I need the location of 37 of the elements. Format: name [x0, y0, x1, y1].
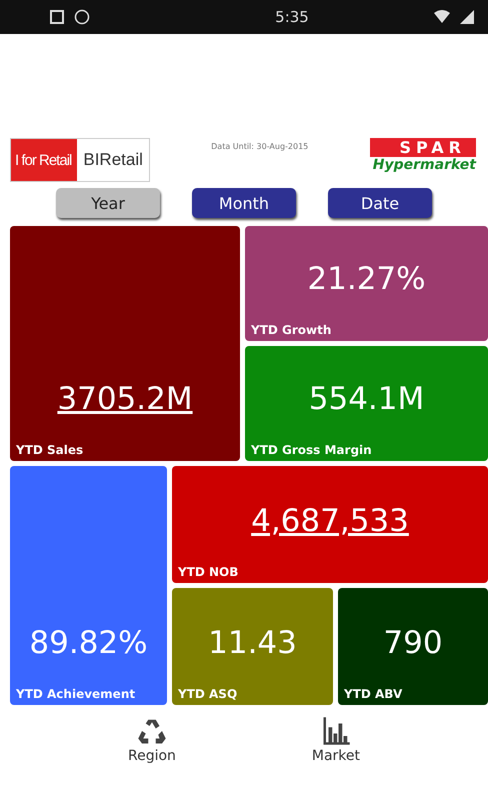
kpi-value: 790 — [383, 625, 443, 661]
kpi-label: YTD Gross Margin — [251, 443, 373, 457]
logo-tagline: I for Retail — [11, 139, 78, 181]
square-icon — [50, 10, 64, 24]
kpi-value: 554.1M — [308, 381, 424, 417]
bar-chart-icon — [320, 716, 351, 746]
status-time: 5:35 — [274, 8, 309, 26]
circle-icon — [74, 9, 90, 25]
kpi-tile[interactable]: 21.27% YTD Growth — [245, 226, 488, 341]
wifi-icon — [434, 10, 450, 24]
kpi-tile[interactable]: 3705.2M YTD Sales — [10, 226, 240, 461]
period-tab[interactable]: Month — [192, 188, 296, 218]
kpi-label: YTD Sales — [16, 443, 84, 457]
nav-button[interactable]: Market — [306, 715, 366, 765]
signal-icon — [460, 10, 474, 24]
kpi-label: YTD Achievement — [16, 687, 136, 701]
data-until-text: Data Until: 30-Aug-2015 — [211, 141, 308, 151]
kpi-label: YTD NOB — [178, 565, 240, 579]
kpi-tile[interactable]: 4,687,533 YTD NOB — [172, 466, 488, 583]
kpi-value: 11.43 — [208, 625, 297, 661]
kpi-label: YTD ASQ — [178, 687, 238, 701]
kpi-tile[interactable]: 554.1M YTD Gross Margin — [245, 346, 488, 461]
kpi-value[interactable]: 3705.2M — [57, 381, 193, 417]
kpi-tile[interactable]: 11.43 YTD ASQ — [172, 588, 333, 705]
kpi-tile[interactable]: 790 YTD ABV — [338, 588, 488, 705]
kpi-label: YTD Growth — [251, 323, 332, 337]
period-tab[interactable]: Date — [328, 188, 432, 218]
kpi-value[interactable]: 4,687,533 — [251, 503, 409, 539]
logo-name: BIRetail — [82, 149, 144, 171]
kpi-value: 89.82% — [29, 625, 148, 661]
kpi-label: YTD ABV — [344, 687, 404, 701]
logo-subtitle: Hypermarket — [372, 157, 476, 173]
kpi-tile[interactable]: 89.82% YTD Achievement — [10, 466, 167, 705]
logo-name: SPAR — [370, 138, 476, 157]
kpi-value: 21.27% — [307, 261, 426, 297]
period-tab[interactable]: Year — [56, 188, 160, 218]
nav-button[interactable]: Region — [122, 715, 182, 765]
